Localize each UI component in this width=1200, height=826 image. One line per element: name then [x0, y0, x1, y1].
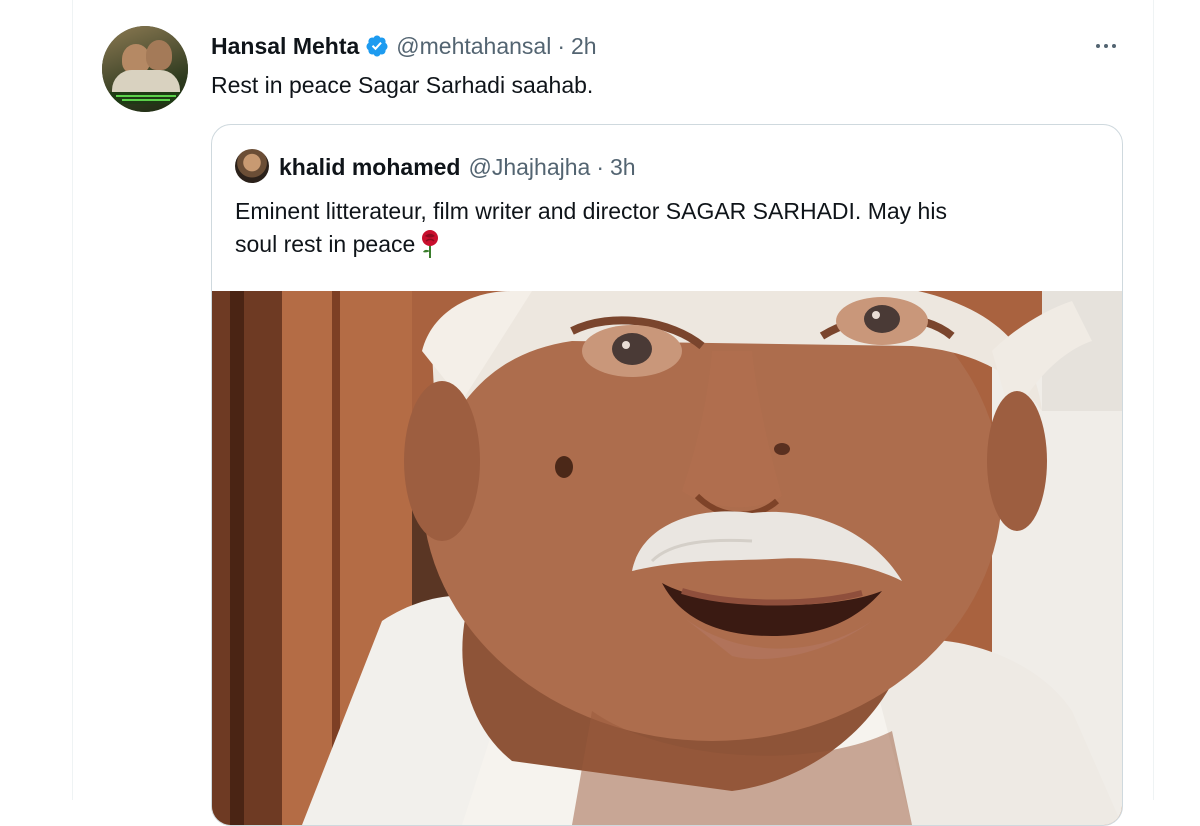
tweet-header: Hansal Mehta @mehtahansal · 2h [211, 30, 597, 62]
quoted-tweet-header: khalid mohamed @Jhajhajha · 3h [279, 150, 636, 184]
tweet-media-photo[interactable] [212, 291, 1122, 825]
author-display-name[interactable]: Hansal Mehta [211, 33, 359, 60]
separator-dot: · [596, 153, 604, 180]
verified-badge-icon [365, 34, 389, 58]
photo-illustration [212, 291, 1122, 825]
quoted-tweet-card[interactable]: khalid mohamed @Jhajhajha · 3h Eminent l… [211, 124, 1123, 826]
quoted-author-handle[interactable]: @Jhajhajha [468, 154, 590, 181]
tweet-timestamp[interactable]: 2h [571, 33, 597, 60]
more-options-icon[interactable] [1090, 34, 1122, 58]
quoted-tweet-timestamp[interactable]: 3h [610, 154, 636, 181]
quoted-tweet-text-line-1: Eminent litterateur, film writer and dir… [235, 198, 947, 224]
author-avatar[interactable] [102, 26, 188, 112]
quoted-author-display-name[interactable]: khalid mohamed [279, 154, 460, 181]
quoted-tweet-text: Eminent litterateur, film writer and dir… [235, 195, 1095, 261]
quoted-tweet-text-line-2-text: soul rest in peace [235, 231, 416, 257]
tweet-text: Rest in peace Sagar Sarhadi saahab. [211, 72, 594, 98]
rose-icon [419, 229, 441, 259]
quoted-author-avatar[interactable] [235, 149, 269, 183]
separator-dot: · [557, 32, 565, 59]
quoted-tweet-text-line-2: soul rest in peace [235, 228, 1095, 261]
author-handle[interactable]: @mehtahansal [396, 33, 551, 60]
